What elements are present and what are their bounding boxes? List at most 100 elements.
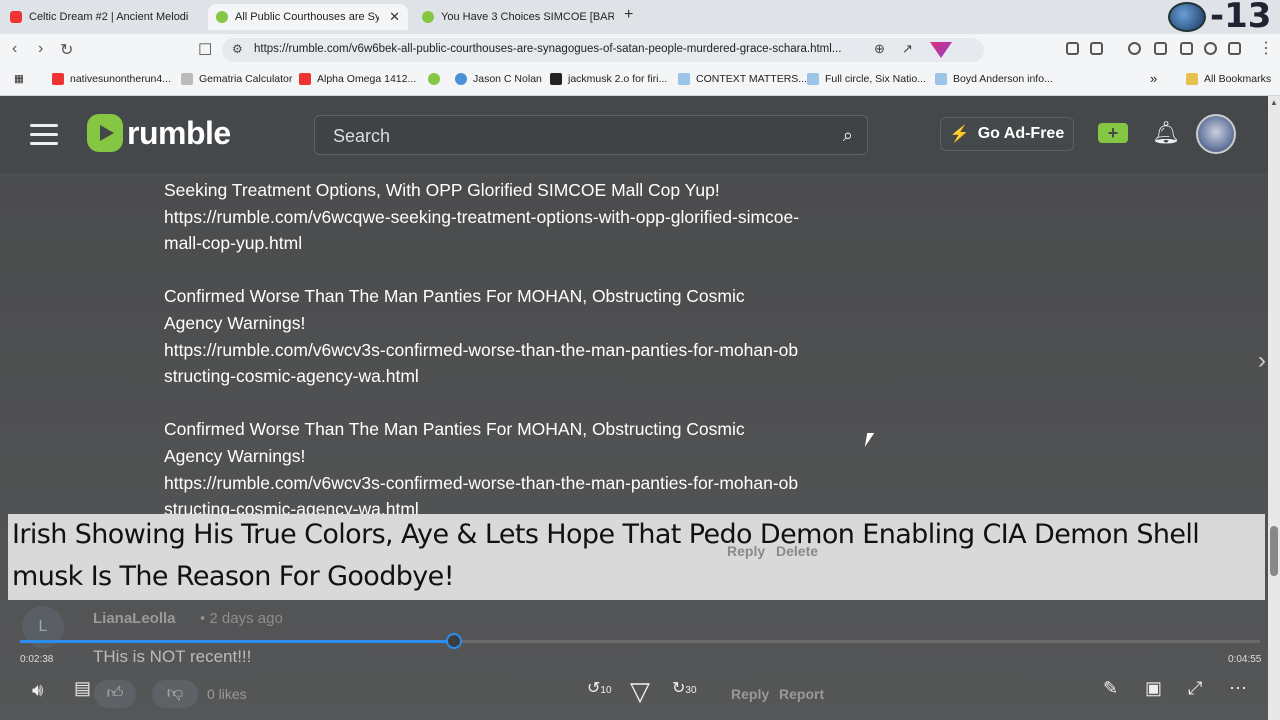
extensions-icon[interactable] [1066, 42, 1079, 55]
duration: 0:04:55 [1228, 654, 1262, 665]
like-count: 0 likes [207, 686, 247, 702]
comment-username[interactable]: LianaLeolla [93, 610, 176, 627]
forward-seconds: 30 [685, 685, 697, 696]
rewind-icon[interactable]: ↺10 [587, 678, 612, 698]
ghost-delete-link[interactable]: Delete [776, 543, 818, 559]
fullscreen-icon[interactable]: ⤢ [1188, 678, 1202, 699]
description-entry: Confirmed Worse Than The Man Panties For… [164, 283, 804, 389]
bookmark-item[interactable]: Alpha Omega 1412... [299, 73, 416, 85]
play-triangle-icon[interactable]: ▽ [630, 676, 650, 707]
hamburger-menu-icon[interactable] [30, 124, 58, 146]
upload-video-icon[interactable]: + [1098, 123, 1128, 143]
browser-toolbar: ‹ › ↻ ☐ ⚙ https://rumble.com/v6w6bek-all… [0, 34, 1280, 66]
new-tab-button[interactable]: + [624, 6, 633, 24]
bookmark-item[interactable]: Gematria Calculator [181, 73, 292, 85]
back-icon[interactable]: ‹ [12, 40, 17, 58]
bookmark-favicon [455, 73, 467, 85]
video-caption-overlay: Irish Showing His True Colors, Aye & Let… [8, 514, 1265, 600]
bookmark-favicon [935, 73, 947, 85]
tab-celtic-dream[interactable]: Celtic Dream #2 | Ancient Melodi [2, 4, 206, 30]
go-ad-free-button[interactable]: ⚡ Go Ad-Free [940, 117, 1074, 151]
rumble-icon [428, 73, 440, 85]
close-tab-icon[interactable]: ✕ [389, 9, 400, 25]
search-input[interactable]: Search ⌕ [314, 115, 868, 155]
captions-icon[interactable]: ▤ [74, 678, 91, 699]
bookmark-favicon [299, 73, 311, 85]
bell-icon[interactable]: 🔔︎ [1152, 120, 1180, 146]
scroll-up-icon[interactable]: ▲ [1270, 98, 1278, 107]
shield-icon[interactable] [1228, 42, 1241, 55]
user-avatar[interactable] [1196, 114, 1236, 154]
screenshot-icon[interactable] [1090, 42, 1103, 55]
ai-icon[interactable] [1204, 42, 1217, 55]
entry-title: Confirmed Worse Than The Man Panties For… [164, 286, 745, 333]
bookmark-item[interactable] [428, 73, 446, 85]
site-settings-icon[interactable]: ⚙ [232, 42, 243, 56]
search-icon[interactable]: ⌕ [843, 125, 853, 146]
zoom-icon[interactable]: ⊕ [874, 41, 885, 57]
youtube-icon [10, 11, 22, 23]
forward-icon[interactable]: › [38, 40, 43, 58]
bookmark-item[interactable]: nativesunontherun4... [52, 73, 171, 85]
comment-report-button[interactable]: Report [779, 686, 824, 702]
scrollbar-thumb[interactable] [1270, 526, 1278, 576]
volume-icon[interactable]: 🔊︎ [32, 680, 43, 701]
dislike-button[interactable]: 👎︎ [152, 680, 198, 708]
share-icon[interactable]: ↗ [902, 41, 913, 57]
extension-icon[interactable] [930, 42, 952, 58]
bookmark-item[interactable]: Jason C Nolan [455, 73, 542, 85]
rewind-seconds: 10 [600, 685, 612, 696]
media-icon[interactable] [1128, 42, 1141, 55]
logo-text: rumble [127, 114, 231, 151]
url-text[interactable]: https://rumble.com/v6w6bek-all-public-co… [254, 43, 882, 55]
corner-badge-text: -13 [1210, 0, 1272, 36]
video-description-area: Seeking Treatment Options, With OPP Glor… [0, 173, 1268, 720]
description-entry: Confirmed Worse Than The Man Panties For… [164, 416, 804, 522]
bookmark-item[interactable]: jackmusk 2.o for firi... [550, 73, 667, 85]
tab-simcoe[interactable]: You Have 3 Choices SIMCOE [BAR] Fo [414, 4, 614, 30]
sidebar-icon[interactable] [1154, 42, 1167, 55]
bookmark-item[interactable]: CONTEXT MATTERS... [678, 73, 807, 85]
comment-text: THis is NOT recent!!! [93, 647, 252, 666]
rumble-icon [216, 11, 228, 23]
edit-icon[interactable]: ✎ [1103, 678, 1118, 699]
more-bookmarks[interactable]: » [1150, 71, 1157, 86]
picture-in-picture-icon[interactable]: ▣ [1145, 678, 1162, 699]
bookmark-item[interactable]: Full circle, Six Natio... [807, 73, 926, 85]
comment-reply-button[interactable]: Reply [731, 686, 769, 702]
progress-knob[interactable] [446, 633, 462, 649]
all-bookmarks[interactable]: All Bookmarks [1186, 73, 1271, 85]
entry-link[interactable]: https://rumble.com/v6wcqwe-seeking-treat… [164, 207, 799, 254]
tab-courthouses[interactable]: All Public Courthouses are Synag ✕ [208, 4, 408, 30]
tab-title: You Have 3 Choices SIMCOE [BAR] Fo [441, 11, 614, 23]
chevron-right-icon[interactable]: › [1258, 347, 1266, 375]
more-options-icon[interactable]: ⋯ [1229, 678, 1247, 699]
current-time: 0:02:38 [20, 654, 54, 665]
ghost-reply-link[interactable]: Reply [727, 543, 765, 559]
entry-title: Seeking Treatment Options, With OPP Glor… [164, 180, 720, 200]
rumble-logo[interactable]: rumble [87, 114, 231, 152]
globe-icon [1168, 2, 1206, 32]
entry-link[interactable]: https://rumble.com/v6wcv3s-confirmed-wor… [164, 473, 798, 520]
bookmark-favicon [678, 73, 690, 85]
reload-icon[interactable]: ↻ [60, 40, 73, 60]
bookmark-favicon [807, 73, 819, 85]
corner-badge: -13 [1166, 0, 1280, 36]
bookmark-item[interactable]: Boyd Anderson info... [935, 73, 1053, 85]
page-scrollbar[interactable]: ▲ [1268, 96, 1280, 720]
forward-icon[interactable]: ↻30 [672, 678, 697, 698]
search-placeholder: Search [333, 126, 391, 146]
video-progress-bar[interactable] [20, 633, 1260, 649]
address-bar[interactable]: ⚙ https://rumble.com/v6w6bek-all-public-… [222, 38, 984, 62]
apps-icon[interactable]: ▦ [14, 73, 24, 85]
description-text: Seeking Treatment Options, With OPP Glor… [164, 177, 804, 549]
bookmark-icon[interactable]: ☐ [198, 40, 212, 60]
x-icon [550, 73, 562, 85]
go-ad-free-label: Go Ad-Free [977, 125, 1065, 142]
like-button[interactable]: 👍︎ [94, 680, 136, 708]
wallet-icon[interactable] [1180, 42, 1193, 55]
bolt-icon: ⚡ [949, 126, 970, 143]
bookmarks-bar: ▦ nativesunontherun4... Gematria Calcula… [0, 66, 1280, 96]
entry-link[interactable]: https://rumble.com/v6wcv3s-confirmed-wor… [164, 340, 798, 387]
menu-icon[interactable]: ⋮ [1258, 38, 1274, 58]
